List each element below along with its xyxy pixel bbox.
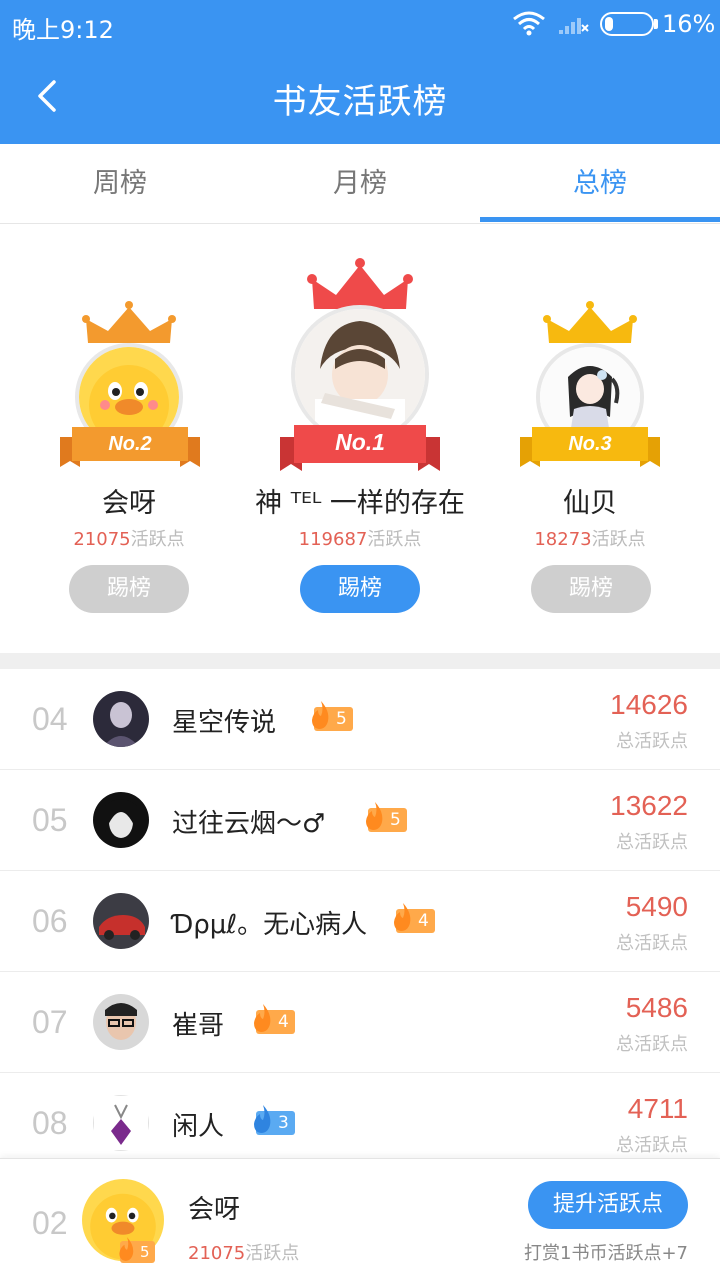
score-label: 总活跃点 [616,731,688,752]
score-label: 总活跃点 [616,1034,688,1055]
my-name: 会呀 [188,1195,241,1225]
my-points: 21075活跃点 [188,1243,300,1264]
flame-icon [366,802,383,830]
podium-third-name: 仙贝 [563,488,617,519]
kick-button-third[interactable]: 踢榜 [531,565,651,613]
rank-number: 05 [32,802,68,838]
signal-icon [559,18,589,34]
avatar[interactable] [93,994,149,1050]
kick-button-first[interactable]: 踢榜 [300,565,420,613]
score-label: 总活跃点 [616,1135,688,1156]
user-name: 闲人 [172,1112,225,1142]
status-time: 晚上9:12 [12,16,114,44]
podium-first-name: 神 ᵀᴱᴸ 一样的存在 [255,488,465,519]
list-item[interactable]: 07 崔哥 4 5486 总活跃点 [0,972,720,1073]
avatar-anime-boy-image [295,309,425,439]
rank-number: 04 [32,701,68,737]
podium-third-points: 18273活跃点 [534,529,646,550]
crown-icon [543,301,637,343]
list-item[interactable]: 04 星空传说 5 14626 总活跃点 [0,669,720,770]
avatar[interactable] [93,792,149,848]
level-badge: 5 [312,701,353,731]
score-value: 4711 [627,1093,688,1124]
tab-weekly[interactable]: 周榜 [0,144,240,224]
rank-tag-first: No.1 [335,429,385,455]
score-value: 5490 [625,891,688,922]
user-name: 星空传说 [172,708,277,738]
avatar-image [93,792,149,848]
level-badge: 3 [254,1105,295,1135]
tab-total[interactable]: 总榜 [480,144,720,224]
score-label: 总活跃点 [616,832,688,853]
rank-tag-second: No.2 [108,433,152,455]
status-bar: 晚上9:12 16% [0,0,720,50]
boost-activity-button[interactable]: 提升活跃点 [528,1181,688,1229]
avatar[interactable] [93,691,149,747]
my-rank-number: 02 [32,1205,68,1241]
list-item[interactable]: 06 Ɗρμℓ。无心病人 4 5490 总活跃点 [0,871,720,972]
kick-button-second[interactable]: 踢榜 [69,565,189,613]
reward-hint: 打赏1书币活跃点+7 [524,1243,688,1264]
avatar-image [93,1095,149,1151]
my-level-badge: 5 [119,1237,155,1263]
rank-tag-third: No.3 [568,433,612,455]
flame-icon [119,1237,134,1261]
tab-bar: 周榜 月榜 总榜 [0,144,720,224]
avatar[interactable] [93,1095,149,1151]
flame-icon [312,701,329,729]
app-header: 晚上9:12 16% 书友活跃榜 [0,0,720,144]
tab-active-indicator [480,217,720,222]
score-label: 总活跃点 [616,933,688,954]
flame-icon [254,1004,271,1032]
flame-icon [394,903,411,931]
podium-second-name: 会呀 [102,488,156,519]
wifi-icon [513,11,545,36]
score-value: 5486 [625,992,688,1023]
score-value: 13622 [610,790,688,821]
user-name: 崔哥 [172,1011,225,1041]
my-ranking-bar: 02 5 会呀 21075活跃点 提升活跃点 打赏1书币活跃点+7 [0,1158,720,1280]
podium-second-points: 21075活跃点 [73,529,185,550]
rank-number: 08 [32,1105,68,1141]
avatar-image [93,893,149,949]
list-item[interactable]: 05 过往云烟～♂ 5 13622 总活跃点 [0,770,720,871]
rank-number: 06 [32,903,68,939]
avatar-image [93,691,149,747]
battery-icon [600,12,654,36]
tab-monthly[interactable]: 月榜 [240,144,480,224]
level-badge: 4 [254,1004,295,1034]
level-badge: 5 [366,802,407,832]
avatar[interactable] [93,893,149,949]
podium: No.2 会呀 21075活跃点 踢榜 No.1 神 ᵀᴱᴸ 一样的存在 119… [0,225,720,653]
page-title: 书友活跃榜 [272,82,448,122]
section-divider [0,653,720,669]
flame-icon [254,1105,271,1133]
battery-percent: 16% [662,10,716,38]
podium-first-points: 119687活跃点 [298,529,422,550]
user-name: 过往云烟～♂ [172,809,326,839]
rank-number: 07 [32,1004,68,1040]
battery-nub [654,19,658,29]
level-badge: 4 [394,903,435,933]
score-value: 14626 [610,689,688,720]
avatar-image [93,994,149,1050]
crown-icon [82,301,176,343]
user-name: Ɗρμℓ。无心病人 [172,910,368,940]
